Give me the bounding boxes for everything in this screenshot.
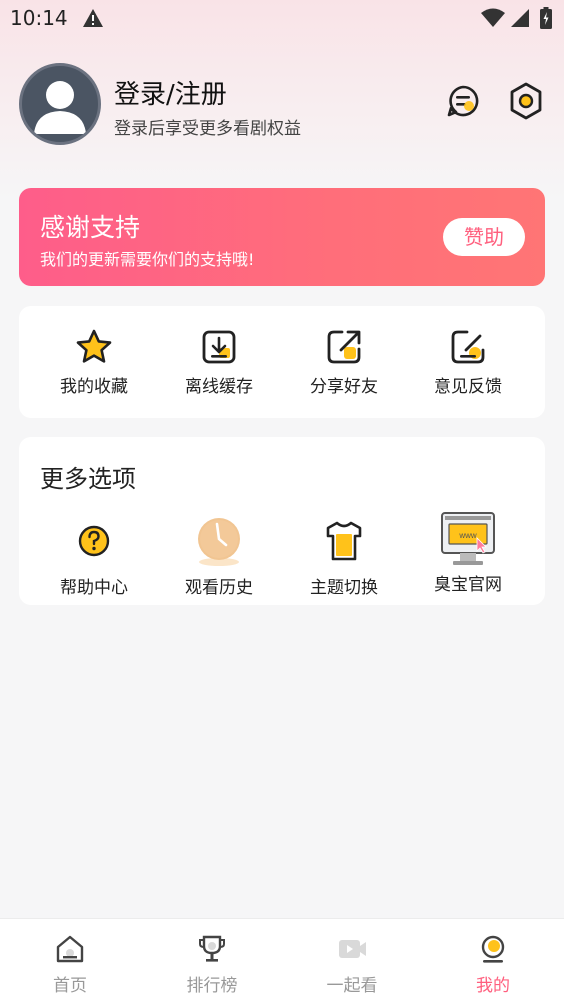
official-website-item[interactable]: www 臭宝官网 <box>403 510 533 595</box>
signal-icon <box>511 9 529 27</box>
watch-history-item[interactable]: 观看历史 <box>154 515 284 598</box>
share-friends-item[interactable]: 分享好友 <box>279 328 409 397</box>
profile-icon <box>481 935 505 963</box>
nav-rankings-label: 排行榜 <box>186 976 238 996</box>
official-website-label: 臭宝官网 <box>434 575 502 595</box>
share-icon <box>327 330 361 364</box>
feedback-item[interactable]: 意见反馈 <box>403 328 533 397</box>
favorites-item[interactable]: 我的收藏 <box>29 328 159 397</box>
offline-cache-item[interactable]: 离线缓存 <box>154 328 284 397</box>
settings-icon[interactable] <box>508 82 544 120</box>
wifi-icon <box>481 8 505 27</box>
user-icon <box>34 81 86 134</box>
avatar[interactable] <box>19 63 101 145</box>
feedback-label: 意见反馈 <box>434 377 502 397</box>
login-subtitle: 登录后享受更多看剧权益 <box>114 119 301 139</box>
clock-icon <box>198 518 240 566</box>
support-banner: 感谢支持 我们的更新需要你们的支持哦! 赞助 <box>19 188 545 286</box>
message-icon[interactable] <box>446 84 480 118</box>
star-icon <box>76 329 112 363</box>
offline-cache-label: 离线缓存 <box>185 377 253 397</box>
login-register-link[interactable]: 登录/注册 <box>114 74 227 111</box>
status-bar: 10:14 <box>0 0 564 38</box>
watch-history-label: 观看历史 <box>185 578 253 598</box>
more-options-title: 更多选项 <box>40 465 136 493</box>
download-icon <box>202 330 236 364</box>
help-center-label: 帮助中心 <box>60 578 128 598</box>
nav-watch-together-label: 一起看 <box>326 976 378 996</box>
banner-subtitle: 我们的更新需要你们的支持哦! <box>40 250 255 269</box>
trophy-icon <box>199 935 225 962</box>
favorites-label: 我的收藏 <box>60 377 128 397</box>
sponsor-button[interactable]: 赞助 <box>443 218 525 256</box>
banner-title: 感谢支持 <box>40 213 141 242</box>
warning-icon <box>83 9 103 27</box>
website-badge: www <box>458 531 477 540</box>
nav-home[interactable]: 首页 <box>15 933 125 996</box>
feedback-icon <box>451 330 485 364</box>
help-center-item[interactable]: 帮助中心 <box>29 515 159 598</box>
nav-mine[interactable]: 我的 <box>438 933 548 996</box>
nav-home-label: 首页 <box>53 976 87 996</box>
more-options-card: 更多选项 帮助中心 观看历史 主题切换 www 臭宝官网 <box>19 437 545 605</box>
theme-switch-label: 主题切换 <box>310 578 378 598</box>
home-icon <box>56 935 84 963</box>
nav-watch-together[interactable]: 一起看 <box>297 933 407 996</box>
quick-actions-card: 我的收藏 离线缓存 分享好友 意见反馈 <box>19 306 545 418</box>
tshirt-icon <box>326 521 362 561</box>
video-icon <box>339 940 366 958</box>
help-icon <box>78 525 110 557</box>
website-icon: www <box>441 512 495 565</box>
theme-switch-item[interactable]: 主题切换 <box>279 515 409 598</box>
battery-icon <box>540 7 552 29</box>
status-time: 10:14 <box>10 6 68 30</box>
bottom-navigation: 首页 排行榜 一起看 我的 <box>0 918 564 1004</box>
nav-rankings[interactable]: 排行榜 <box>157 933 267 996</box>
share-friends-label: 分享好友 <box>310 377 378 397</box>
nav-mine-label: 我的 <box>476 976 510 996</box>
